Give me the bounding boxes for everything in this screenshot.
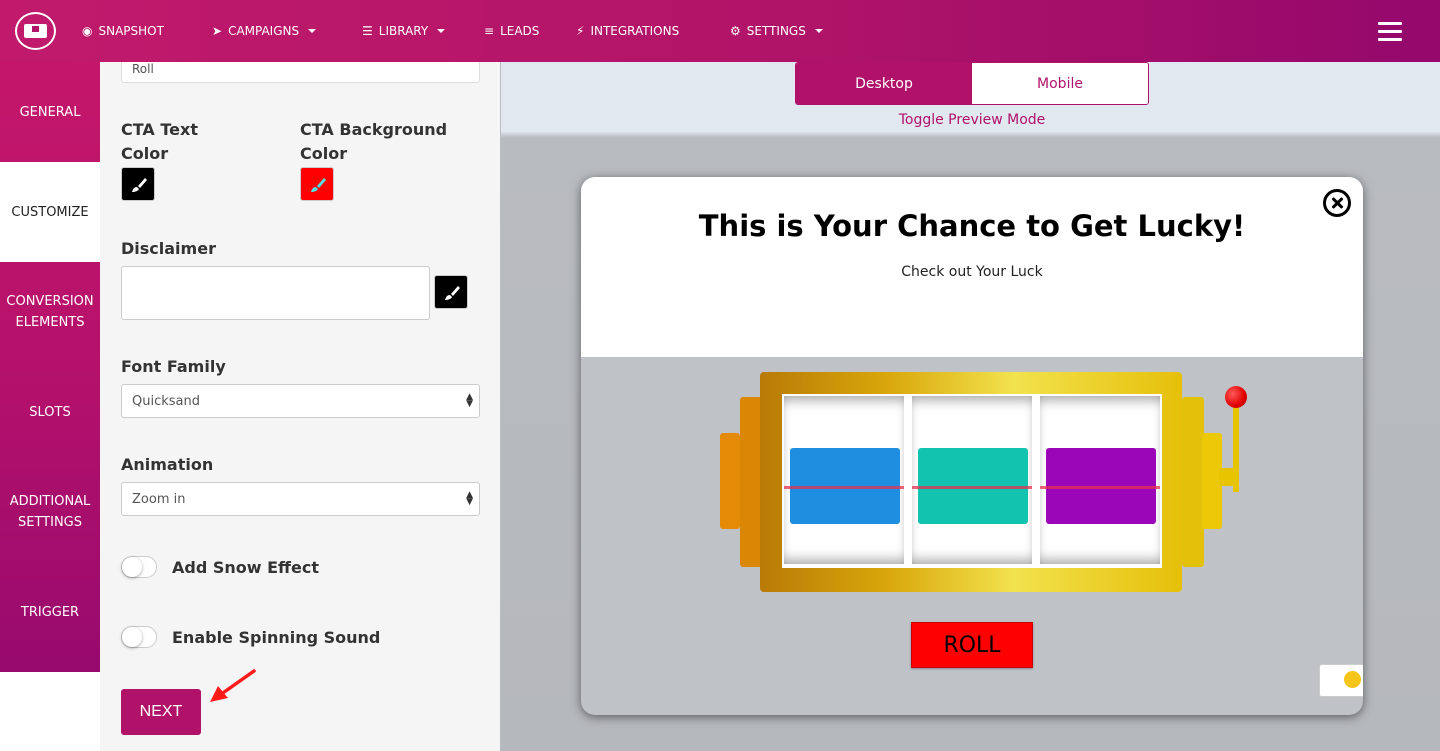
nav-campaigns-label: CAMPAIGNS bbox=[228, 24, 300, 38]
red-arrow-annotation bbox=[210, 669, 256, 702]
caret-down-icon bbox=[308, 29, 317, 33]
cta-bg-color-label: CTA Background Color bbox=[300, 120, 448, 163]
font-family-label: Font Family bbox=[121, 357, 226, 376]
nav-settings[interactable]: ⚙ SETTINGS bbox=[730, 23, 823, 39]
select-arrows-icon: ▲ ▼ bbox=[466, 490, 473, 507]
lever-knob[interactable] bbox=[1225, 386, 1247, 408]
brand-logo-icon[interactable] bbox=[15, 12, 56, 50]
step-general-label: GENERAL bbox=[19, 104, 81, 120]
step-slots[interactable]: SLOTS bbox=[0, 362, 100, 462]
animation-value: Zoom in bbox=[132, 492, 186, 507]
mobile-mode-button[interactable]: Mobile bbox=[972, 63, 1148, 104]
hamburger-icon[interactable] bbox=[1378, 22, 1402, 41]
step-slots-label: SLOTS bbox=[29, 404, 71, 420]
brush-icon bbox=[311, 178, 326, 192]
disclaimer-textarea[interactable] bbox=[121, 266, 430, 320]
cta-bg-color-picker[interactable] bbox=[300, 167, 334, 201]
disclaimer-label: Disclaimer bbox=[121, 239, 216, 258]
caret-down-icon bbox=[814, 29, 823, 33]
brush-icon bbox=[445, 286, 460, 300]
next-button[interactable]: NEXT bbox=[121, 689, 201, 735]
close-icon[interactable] bbox=[1323, 189, 1351, 217]
step-customize-label: CUSTOMIZE bbox=[11, 204, 89, 220]
caret-down-icon bbox=[437, 29, 446, 33]
disclaimer-color-picker[interactable] bbox=[434, 275, 468, 309]
snow-effect-toggle[interactable] bbox=[121, 556, 157, 578]
cta-text-color-picker[interactable] bbox=[121, 167, 155, 201]
step-general[interactable]: GENERAL bbox=[0, 62, 100, 162]
gears-icon: ⚙ bbox=[730, 24, 741, 38]
dashboard-icon: ◉ bbox=[82, 24, 93, 38]
nav-integrations-label: INTEGRATIONS bbox=[590, 24, 680, 38]
plug-icon: ⚡ bbox=[576, 24, 585, 38]
reel-1 bbox=[784, 396, 904, 564]
nav-snapshot-label: SNAPSHOT bbox=[98, 24, 164, 38]
step-sidebar: GENERAL CUSTOMIZE CONVERSION ELEMENTS SL… bbox=[0, 62, 100, 751]
step-additional-settings[interactable]: ADDITIONAL SETTINGS bbox=[0, 462, 100, 562]
cta-text-color-label: CTA Text Color bbox=[121, 120, 198, 163]
preview-area: Desktop Mobile Toggle Preview Mode This … bbox=[501, 62, 1440, 751]
top-navbar: ◉ SNAPSHOT ➤ CAMPAIGNS ☰ LIBRARY ≡ LEADS… bbox=[0, 0, 1440, 62]
toggle-preview-caption: Toggle Preview Mode bbox=[898, 112, 1046, 128]
reel-2 bbox=[912, 396, 1032, 564]
brush-icon bbox=[132, 178, 147, 192]
nav-campaigns[interactable]: ➤ CAMPAIGNS bbox=[212, 23, 317, 39]
spinning-sound-label: Enable Spinning Sound bbox=[172, 628, 381, 647]
step-conversion-elements[interactable]: CONVERSION ELEMENTS bbox=[0, 262, 100, 362]
step-additional-settings-label: ADDITIONAL SETTINGS bbox=[9, 494, 91, 530]
desktop-mode-button[interactable]: Desktop bbox=[796, 63, 972, 104]
step-trigger[interactable]: TRIGGER bbox=[0, 562, 100, 662]
font-family-value: Quicksand bbox=[132, 394, 200, 409]
customize-panel: Roll CTA Text Color CTA Background Color… bbox=[100, 62, 500, 751]
list-icon: ≡ bbox=[484, 24, 495, 38]
select-arrows-icon: ▲ ▼ bbox=[466, 392, 473, 409]
step-trigger-label: TRIGGER bbox=[20, 604, 80, 620]
nav-settings-label: SETTINGS bbox=[746, 24, 806, 38]
snow-effect-label: Add Snow Effect bbox=[172, 558, 319, 577]
popup-preview: This is Your Chance to Get Lucky! Check … bbox=[581, 177, 1363, 715]
animation-label: Animation bbox=[121, 455, 214, 474]
nav-integrations[interactable]: ⚡ INTEGRATIONS bbox=[576, 23, 679, 39]
popup-title: This is Your Chance to Get Lucky! bbox=[698, 209, 1246, 243]
nav-leads[interactable]: ≡ LEADS bbox=[484, 23, 539, 39]
font-family-select[interactable]: Quicksand ▲ ▼ bbox=[121, 384, 480, 418]
reel-3 bbox=[1040, 396, 1160, 564]
emoji-picker-icon[interactable] bbox=[1319, 664, 1363, 697]
nav-library-label: LIBRARY bbox=[378, 24, 429, 38]
cta-text-input[interactable]: Roll bbox=[121, 62, 480, 83]
spinning-sound-toggle[interactable] bbox=[121, 626, 157, 648]
nav-leads-label: LEADS bbox=[500, 24, 540, 38]
nav-library[interactable]: ☰ LIBRARY bbox=[362, 23, 446, 39]
nav-snapshot[interactable]: ◉ SNAPSHOT bbox=[82, 23, 164, 39]
library-icon: ☰ bbox=[362, 24, 373, 38]
preview-mode-toggle: Desktop Mobile bbox=[795, 62, 1149, 105]
popup-subtitle: Check out Your Luck bbox=[901, 264, 1043, 280]
step-customize[interactable]: CUSTOMIZE bbox=[0, 162, 100, 262]
roll-button[interactable]: ROLL bbox=[911, 622, 1033, 668]
animation-select[interactable]: Zoom in ▲ ▼ bbox=[121, 482, 480, 516]
paper-plane-icon: ➤ bbox=[212, 24, 223, 38]
step-conversion-elements-label: CONVERSION ELEMENTS bbox=[6, 294, 94, 330]
